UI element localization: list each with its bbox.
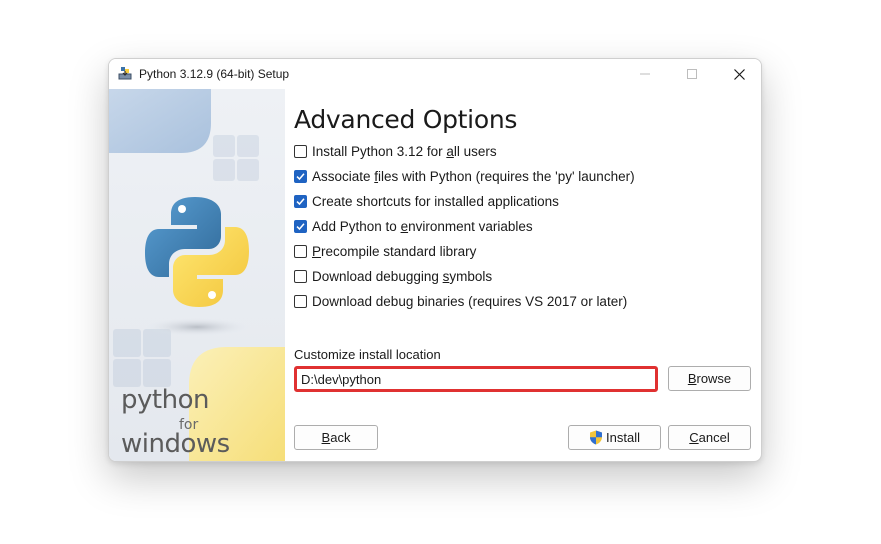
option-label-key: P — [312, 243, 322, 259]
title-bar[interactable]: Python 3.12.9 (64-bit) Setup — [109, 59, 761, 89]
option-label-pre: Add Python to — [312, 218, 401, 234]
minimize-button[interactable] — [622, 59, 668, 89]
checkmark-icon — [296, 197, 305, 205]
option-label: Add Python to environment variables — [312, 219, 533, 234]
option-row[interactable]: Download debug binaries (requires VS 201… — [294, 291, 627, 311]
browse-rest: rowse — [696, 371, 732, 386]
option-label: Install Python 3.12 for all users — [312, 144, 497, 159]
checkbox-unchecked[interactable] — [294, 244, 307, 258]
install-label: Install — [606, 430, 640, 445]
option-label-post: ymbols — [449, 268, 493, 284]
checkbox-checked[interactable] — [294, 194, 307, 208]
install-location-input[interactable] — [294, 366, 658, 392]
option-label: Associate files with Python (requires th… — [312, 169, 635, 184]
window-title: Python 3.12.9 (64-bit) Setup — [139, 67, 290, 81]
checkbox-unchecked[interactable] — [294, 294, 307, 308]
cancel-button[interactable]: Cancel — [668, 425, 751, 450]
option-label: Download debug binaries (requires VS 201… — [312, 294, 627, 309]
option-label-pre: Download debugging — [312, 268, 443, 284]
option-label-pre: Create shortcuts for installed applicati… — [312, 193, 559, 209]
option-label-key: a — [446, 143, 454, 159]
install-button[interactable]: Install — [568, 425, 661, 450]
option-label-pre: Install Python 3.12 for — [312, 143, 447, 159]
option-label: Download debugging symbols — [312, 269, 492, 284]
python-logo-icon — [145, 197, 249, 307]
close-button[interactable] — [716, 59, 761, 89]
back-rest: ack — [330, 430, 351, 445]
page-title: Advanced Options — [294, 105, 518, 134]
options-panel: Advanced Options Install Python 3.12 for… — [285, 89, 761, 461]
checkmark-icon — [296, 172, 305, 180]
option-row[interactable]: Create shortcuts for installed applicati… — [294, 191, 559, 211]
option-label-key: e — [400, 218, 409, 234]
option-row[interactable]: Download debugging symbols — [294, 266, 492, 286]
python-banner: python for windows — [109, 89, 285, 461]
option-label-post: recompile standard library — [321, 243, 477, 259]
back-button[interactable]: Back — [294, 425, 378, 450]
checkbox-unchecked[interactable] — [294, 144, 307, 158]
browse-button[interactable]: Browse — [668, 366, 751, 391]
option-label: Create shortcuts for installed applicati… — [312, 194, 559, 209]
installer-icon — [117, 65, 133, 81]
option-label-post: nvironment variables — [408, 218, 533, 234]
setup-window: Python 3.12.9 (64-bit) Setup python for … — [108, 58, 762, 462]
shield-icon — [590, 430, 603, 445]
checkbox-checked[interactable] — [294, 169, 307, 183]
option-row[interactable]: Precompile standard library — [294, 241, 476, 261]
banner-python-text: python — [121, 385, 209, 415]
back-key: B — [321, 430, 331, 445]
option-row[interactable]: Associate files with Python (requires th… — [294, 166, 635, 186]
maximize-button[interactable] — [669, 59, 715, 89]
checkbox-unchecked[interactable] — [294, 269, 307, 283]
minimize-icon — [640, 73, 650, 75]
banner-windows-text: windows — [121, 429, 230, 459]
cancel-rest: ancel — [698, 430, 730, 445]
install-location-label: Customize install location — [294, 347, 441, 362]
browse-key: B — [687, 371, 697, 386]
option-row[interactable]: Add Python to environment variables — [294, 216, 533, 236]
option-label: Precompile standard library — [312, 244, 476, 259]
option-row[interactable]: Install Python 3.12 for all users — [294, 141, 497, 161]
close-icon — [733, 68, 745, 80]
checkbox-checked[interactable] — [294, 219, 307, 233]
option-label-pre: Download debu — [312, 293, 406, 309]
option-label-pre: Associate — [312, 168, 375, 184]
option-label-post: ll users — [453, 143, 497, 159]
option-label-post: iles with Python (requires the 'py' laun… — [378, 168, 635, 184]
option-label-post: binaries (requires VS 2017 or later) — [413, 293, 628, 309]
checkmark-icon — [296, 222, 305, 230]
cancel-key: C — [689, 430, 699, 445]
maximize-icon — [687, 69, 697, 79]
